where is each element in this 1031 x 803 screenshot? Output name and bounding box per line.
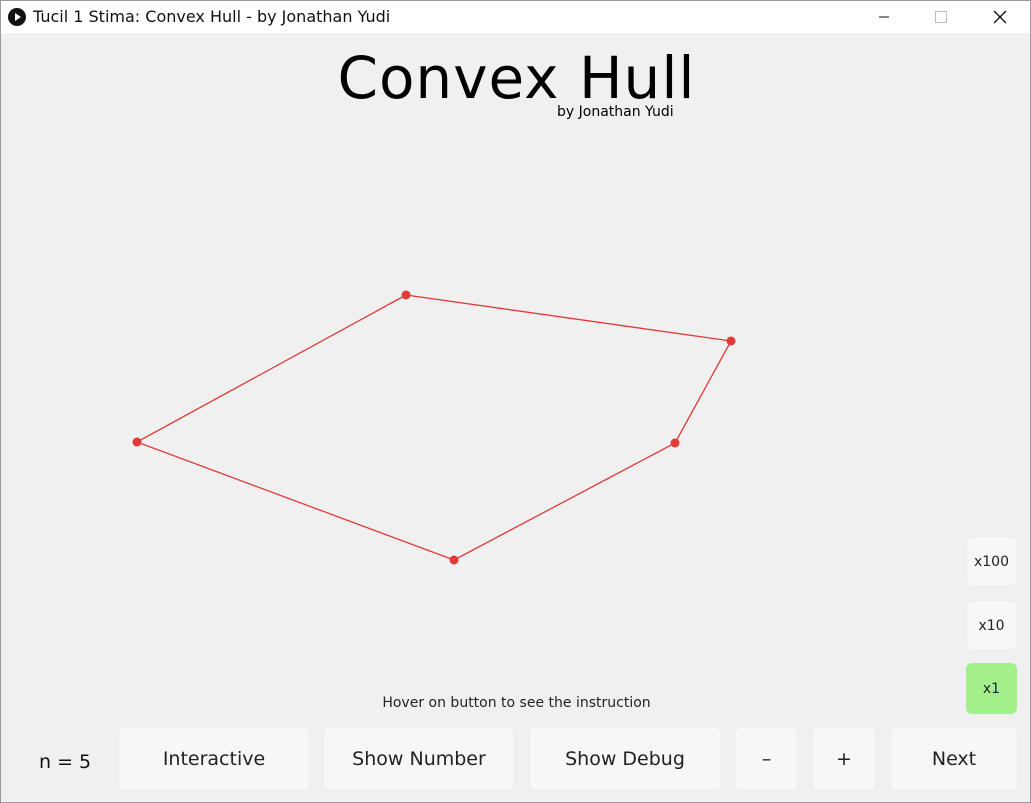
- decrease-button[interactable]: –: [735, 727, 798, 791]
- multiplier-x1-button[interactable]: x1: [966, 663, 1017, 714]
- hull-point[interactable]: [670, 438, 680, 448]
- point-count-label: n = 5: [39, 751, 92, 773]
- show-number-button[interactable]: Show Number: [323, 727, 515, 791]
- interactive-button[interactable]: Interactive: [118, 727, 310, 791]
- hull-edge: [405, 294, 732, 342]
- app-window: Tucil 1 Stima: Convex Hull - by Jonathan…: [0, 0, 1031, 803]
- multiplier-x100-button[interactable]: x100: [966, 536, 1017, 587]
- hull-edge: [674, 340, 732, 444]
- hull-edge: [453, 442, 676, 561]
- multiplier-x10-button[interactable]: x10: [966, 600, 1017, 651]
- hull-point[interactable]: [132, 437, 142, 447]
- hull-canvas[interactable]: [1, 1, 1031, 701]
- instruction-hint: Hover on button to see the instruction: [382, 695, 651, 711]
- hull-edge: [136, 441, 455, 561]
- hull-point[interactable]: [726, 336, 736, 346]
- show-debug-button[interactable]: Show Debug: [529, 727, 721, 791]
- next-button[interactable]: Next: [890, 727, 1018, 791]
- hull-point[interactable]: [401, 290, 411, 300]
- increase-button[interactable]: +: [812, 727, 876, 791]
- hull-point[interactable]: [449, 555, 459, 565]
- hull-edge: [136, 294, 407, 443]
